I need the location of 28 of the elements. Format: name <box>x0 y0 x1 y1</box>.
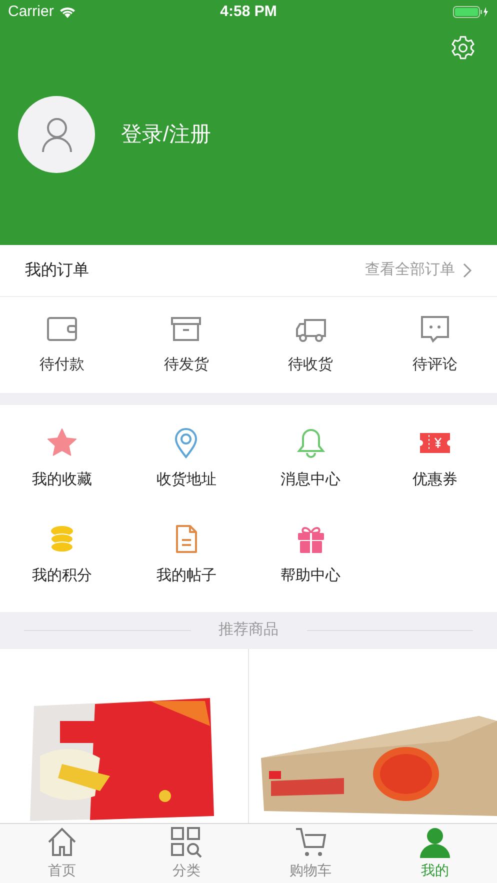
carrier-label: Carrier <box>8 2 54 22</box>
service-button[interactable]: 我的收藏 <box>0 411 124 507</box>
order-status-button[interactable]: 待收货 <box>248 314 373 376</box>
person-icon <box>40 116 72 152</box>
section-title: 我的订单 <box>25 260 89 280</box>
order-status-button[interactable]: 待发货 <box>124 314 248 376</box>
clock-time: 4:58 PM <box>220 2 277 22</box>
star-icon <box>46 426 78 459</box>
service-button[interactable]: 我的帖子 <box>124 507 248 603</box>
person-icon <box>418 826 451 858</box>
bell-icon <box>294 426 327 459</box>
login-link[interactable]: 登录/注册 <box>121 118 211 150</box>
chevron-icon <box>463 263 472 278</box>
home-icon <box>46 826 78 858</box>
service-button[interactable]: 帮助中心 <box>248 507 373 603</box>
wifi-icon <box>58 6 76 18</box>
service-button[interactable]: 收货地址 <box>124 411 248 507</box>
order-status-button[interactable]: 待付款 <box>0 314 124 376</box>
grid-icon <box>170 826 202 858</box>
chat-icon <box>418 314 451 344</box>
section-title: 推荐商品 <box>218 620 278 640</box>
service-button[interactable]: 消息中心 <box>248 411 373 507</box>
cart-icon <box>294 826 327 858</box>
order-status-button[interactable]: 待评论 <box>372 314 497 376</box>
service-button[interactable]: 优惠券 <box>372 411 497 507</box>
service-button[interactable]: 我的积分 <box>0 507 124 603</box>
settings-icon[interactable] <box>449 34 477 62</box>
battery-icon <box>453 5 489 19</box>
